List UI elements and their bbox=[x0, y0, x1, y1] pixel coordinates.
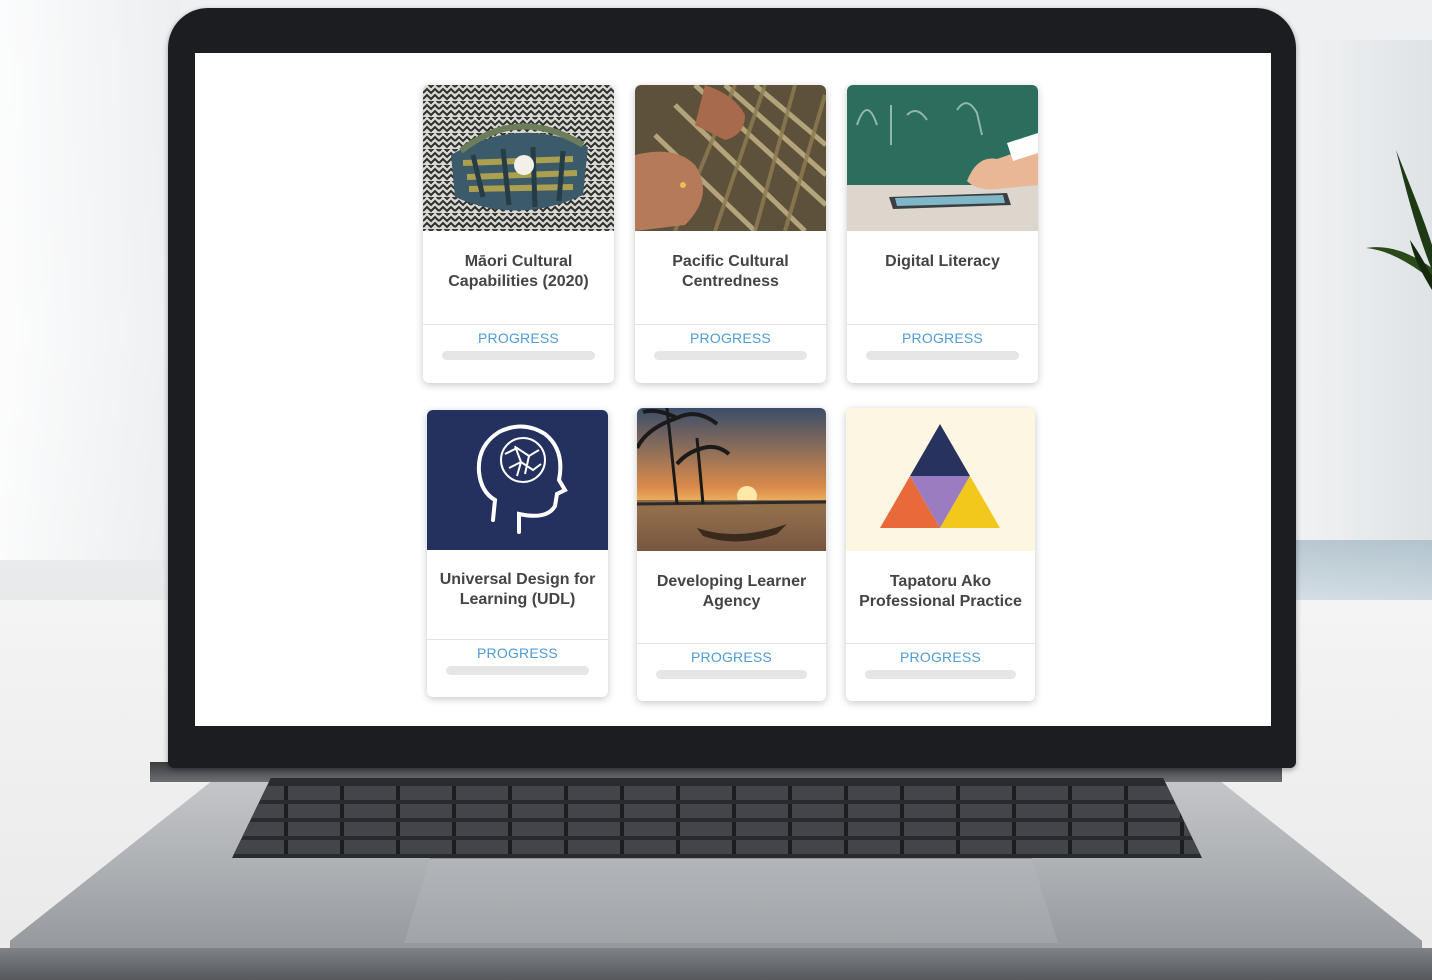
background-window bbox=[0, 0, 180, 560]
progress-bar bbox=[866, 351, 1019, 360]
sunset-canoe-image bbox=[637, 408, 826, 551]
card-divider bbox=[423, 324, 614, 325]
card-divider bbox=[637, 643, 826, 644]
course-card-udl[interactable]: Universal Design for Learning (UDL) PROG… bbox=[427, 410, 608, 697]
course-title: Tapatoru Ako Professional Practice bbox=[859, 573, 1022, 610]
course-title: Māori Cultural Capabilities (2020) bbox=[448, 253, 589, 290]
progress-bar bbox=[865, 670, 1016, 679]
course-card-pacific[interactable]: Pacific Cultural Centredness PROGRESS bbox=[635, 85, 826, 383]
progress-label: PROGRESS bbox=[478, 330, 559, 346]
progress-bar bbox=[656, 670, 807, 679]
triangle-logo bbox=[846, 408, 1035, 551]
course-card-maori[interactable]: Māori Cultural Capabilities (2020) PROGR… bbox=[423, 85, 614, 383]
plant-leaves-icon bbox=[1366, 150, 1432, 290]
card-divider bbox=[847, 324, 1038, 325]
progress-bar bbox=[446, 666, 589, 675]
background-wall bbox=[1282, 40, 1432, 600]
course-title: Developing Learner Agency bbox=[656, 573, 807, 610]
progress-bar bbox=[654, 351, 807, 360]
laptop-trackpad bbox=[404, 858, 1058, 943]
laptop-front-edge bbox=[0, 948, 1432, 980]
card-divider bbox=[427, 639, 608, 640]
progress-bar bbox=[442, 351, 595, 360]
course-title: Digital Literacy bbox=[885, 253, 1000, 270]
card-divider bbox=[635, 324, 826, 325]
course-title: Pacific Cultural Centredness bbox=[672, 253, 789, 290]
course-card-tapatoru-ako[interactable]: Tapatoru Ako Professional Practice PROGR… bbox=[846, 408, 1035, 701]
scene: Māori Cultural Capabilities (2020) PROGR… bbox=[0, 0, 1432, 980]
laptop-screen: Māori Cultural Capabilities (2020) PROGR… bbox=[195, 53, 1271, 726]
course-title: Universal Design for Learning (UDL) bbox=[439, 571, 596, 608]
tablet-classroom-image bbox=[847, 85, 1038, 231]
laptop-keyboard bbox=[232, 778, 1202, 858]
course-card-learner-agency[interactable]: Developing Learner Agency PROGRESS bbox=[637, 408, 826, 701]
head-brain-icon bbox=[427, 410, 608, 550]
progress-label: PROGRESS bbox=[690, 330, 771, 346]
progress-label: PROGRESS bbox=[691, 649, 772, 665]
progress-label: PROGRESS bbox=[477, 645, 558, 661]
woven-flax-kete-image bbox=[423, 85, 614, 231]
course-card-digital-literacy[interactable]: Digital Literacy PROGRESS bbox=[847, 85, 1038, 383]
card-divider bbox=[846, 643, 1035, 644]
progress-label: PROGRESS bbox=[902, 330, 983, 346]
hands-weaving-image bbox=[635, 85, 826, 231]
progress-label: PROGRESS bbox=[900, 649, 981, 665]
background-window-sill bbox=[1292, 540, 1432, 600]
